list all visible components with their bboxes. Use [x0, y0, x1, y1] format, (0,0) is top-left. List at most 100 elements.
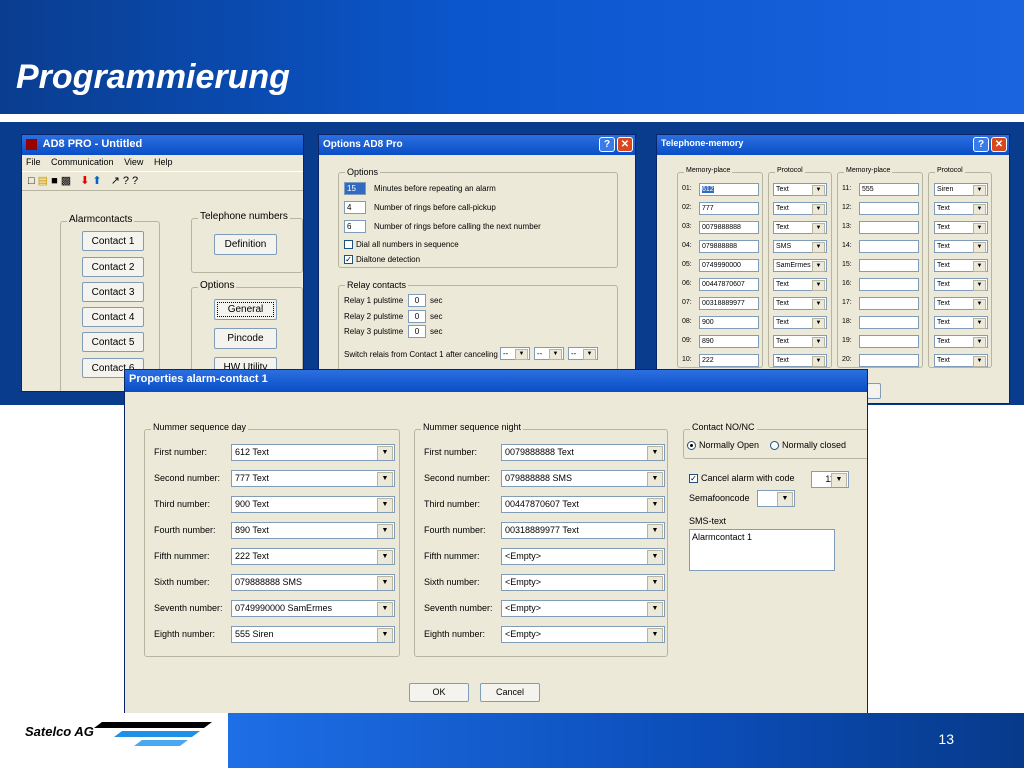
day-number-select[interactable]: 555 Siren — [231, 626, 395, 643]
contact-4-button[interactable]: Contact 4 — [82, 307, 144, 327]
protocol-select[interactable]: Text — [934, 278, 988, 291]
close-icon[interactable]: ✕ — [617, 137, 633, 152]
cancel-code-input[interactable]: 11 — [811, 471, 849, 488]
rings-next-input[interactable]: 6 — [344, 220, 366, 233]
print-icon[interactable]: ▩ — [61, 175, 74, 187]
memory-number-input[interactable]: 00447870607 — [699, 278, 759, 291]
memory-number-input[interactable] — [859, 335, 919, 348]
dial-all-checkbox[interactable] — [344, 240, 353, 250]
memory-number-input[interactable]: 555 — [859, 183, 919, 196]
close-icon[interactable]: ✕ — [991, 137, 1007, 152]
memory-number-input[interactable]: 00318889977 — [699, 297, 759, 310]
repeat-minutes-input[interactable]: 15 — [344, 182, 366, 195]
menu-file[interactable]: File — [26, 157, 41, 167]
contact-2-button[interactable]: Contact 2 — [82, 257, 144, 277]
memory-number-input[interactable] — [859, 240, 919, 253]
protocol-select[interactable]: Text — [934, 202, 988, 215]
protocol-select[interactable]: SMS — [773, 240, 827, 253]
day-number-select[interactable]: 612 Text — [231, 444, 395, 461]
night-number-select[interactable]: <Empty> — [501, 548, 665, 565]
rings-pickup-input[interactable]: 4 — [344, 201, 366, 214]
definition-button[interactable]: Definition — [214, 234, 277, 255]
general-button[interactable]: General — [214, 299, 277, 320]
relay-1-input[interactable]: 0 — [408, 294, 426, 307]
protocol-select[interactable]: Text — [773, 354, 827, 367]
protocol-select[interactable]: SamErmes — [773, 259, 827, 272]
protocol-select[interactable]: Text — [934, 259, 988, 272]
memory-number-input[interactable] — [859, 297, 919, 310]
protocol-select[interactable]: Text — [934, 316, 988, 329]
telmem-partial-button[interactable] — [867, 383, 881, 399]
protocol-select[interactable]: Siren — [934, 183, 988, 196]
protocol-select[interactable]: Text — [773, 297, 827, 310]
memory-number-input[interactable]: 0079888888 — [699, 221, 759, 234]
memory-number-input[interactable]: 890 — [699, 335, 759, 348]
protocol-select[interactable]: Text — [934, 240, 988, 253]
protocol-select[interactable]: Text — [934, 335, 988, 348]
sms-text-area[interactable]: Alarmcontact 1 — [689, 529, 835, 571]
relay-3-input[interactable]: 0 — [408, 325, 426, 338]
protocol-select[interactable]: Text — [934, 354, 988, 367]
save-icon[interactable]: ■ — [51, 175, 61, 187]
night-number-select[interactable]: 0079888888 Text — [501, 444, 665, 461]
ok-button[interactable]: OK — [409, 683, 469, 702]
memory-number-input[interactable] — [859, 221, 919, 234]
memory-number-input[interactable] — [859, 278, 919, 291]
context-help-icon[interactable]: ↗? — [111, 175, 132, 187]
relay-2-input[interactable]: 0 — [408, 310, 426, 323]
normally-closed-radio[interactable] — [770, 441, 779, 451]
new-icon[interactable]: □ — [28, 175, 38, 187]
night-number-select[interactable]: 00318889977 Text — [501, 522, 665, 539]
memory-number-input[interactable] — [859, 316, 919, 329]
help-icon[interactable]: ? — [599, 137, 615, 152]
switch-select-1[interactable]: -- — [500, 347, 530, 360]
night-number-select[interactable]: 00447870607 Text — [501, 496, 665, 513]
day-number-select[interactable]: 777 Text — [231, 470, 395, 487]
menu-view[interactable]: View — [124, 157, 143, 167]
protocol-select[interactable]: Text — [773, 202, 827, 215]
upload-icon[interactable]: ⬆ — [92, 175, 104, 187]
night-number-select[interactable]: <Empty> — [501, 574, 665, 591]
protocol-select[interactable]: Text — [773, 335, 827, 348]
switch-select-2[interactable]: -- — [534, 347, 564, 360]
memory-number-input[interactable]: 0749990000 — [699, 259, 759, 272]
night-number-select[interactable]: <Empty> — [501, 626, 665, 643]
protocol-select[interactable]: Text — [773, 278, 827, 291]
memory-number-input[interactable] — [859, 202, 919, 215]
memory-number-input[interactable]: 222 — [699, 354, 759, 367]
day-number-select[interactable]: 079888888 SMS — [231, 574, 395, 591]
switch-select-3[interactable]: -- — [568, 347, 598, 360]
night-number-select[interactable]: <Empty> — [501, 600, 665, 617]
memory-number-input[interactable] — [859, 354, 919, 367]
contact-1-button[interactable]: Contact 1 — [82, 231, 144, 251]
protocol-select[interactable]: Text — [934, 221, 988, 234]
menu-communication[interactable]: Communication — [51, 157, 114, 167]
semafooncode-input[interactable] — [757, 490, 795, 507]
help-icon[interactable]: ? — [132, 175, 141, 187]
protocol-select[interactable]: Text — [773, 221, 827, 234]
cancel-button[interactable]: Cancel — [480, 683, 540, 702]
dialtone-checkbox[interactable]: ✓ — [344, 255, 353, 265]
help-icon[interactable]: ? — [973, 137, 989, 152]
day-number-select[interactable]: 222 Text — [231, 548, 395, 565]
night-number-select[interactable]: 079888888 SMS — [501, 470, 665, 487]
download-icon[interactable]: ⬇ — [80, 175, 92, 187]
day-number-select[interactable]: 890 Text — [231, 522, 395, 539]
memory-number-input[interactable]: 777 — [699, 202, 759, 215]
memory-number-input[interactable]: 900 — [699, 316, 759, 329]
memory-number-input[interactable]: 079888888 — [699, 240, 759, 253]
contact-5-button[interactable]: Contact 5 — [82, 332, 144, 352]
protocol-select[interactable]: Text — [773, 316, 827, 329]
open-icon[interactable]: ▤ — [38, 175, 51, 187]
normally-open-radio[interactable] — [687, 441, 696, 451]
memory-number-input[interactable]: 612 — [699, 183, 759, 196]
day-number-select[interactable]: 0749990000 SamErmes — [231, 600, 395, 617]
menu-help[interactable]: Help — [154, 157, 173, 167]
contact-3-button[interactable]: Contact 3 — [82, 282, 144, 302]
day-number-select[interactable]: 900 Text — [231, 496, 395, 513]
cancel-alarm-checkbox[interactable]: ✓ — [689, 474, 698, 484]
pincode-button[interactable]: Pincode — [214, 328, 277, 349]
memory-number-input[interactable] — [859, 259, 919, 272]
protocol-select[interactable]: Text — [773, 183, 827, 196]
protocol-select[interactable]: Text — [934, 297, 988, 310]
